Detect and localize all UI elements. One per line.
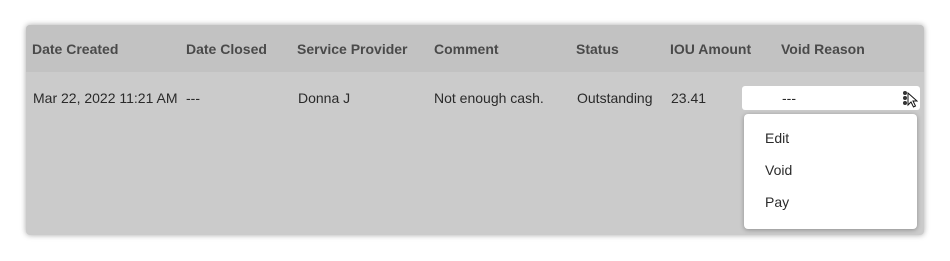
header-iou-amount[interactable]: IOU Amount bbox=[670, 41, 751, 57]
mouse-cursor-icon bbox=[907, 92, 918, 108]
cell-comment: Not enough cash. bbox=[434, 90, 544, 106]
header-date-created[interactable]: Date Created bbox=[32, 41, 118, 57]
cell-service-provider: Donna J bbox=[298, 90, 351, 106]
cell-status: Outstanding bbox=[577, 90, 653, 106]
header-comment[interactable]: Comment bbox=[434, 41, 499, 57]
cell-date-created: Mar 22, 2022 11:21 AM bbox=[33, 90, 178, 106]
void-reason-value: --- bbox=[782, 90, 796, 106]
header-service-provider[interactable]: Service Provider bbox=[297, 41, 408, 57]
menu-item-void[interactable]: Void bbox=[765, 162, 792, 178]
cell-date-closed: --- bbox=[186, 90, 200, 106]
menu-item-edit[interactable]: Edit bbox=[765, 130, 789, 146]
table-header: Date Created Date Closed Service Provide… bbox=[26, 25, 924, 72]
cell-iou-amount: 23.41 bbox=[671, 90, 707, 106]
cell-void-reason: --- bbox=[742, 86, 920, 110]
menu-item-pay[interactable]: Pay bbox=[765, 194, 789, 210]
row-action-menu: Edit Void Pay bbox=[744, 114, 917, 229]
header-void-reason[interactable]: Void Reason bbox=[781, 41, 865, 57]
header-date-closed[interactable]: Date Closed bbox=[186, 41, 267, 57]
header-status[interactable]: Status bbox=[576, 41, 619, 57]
